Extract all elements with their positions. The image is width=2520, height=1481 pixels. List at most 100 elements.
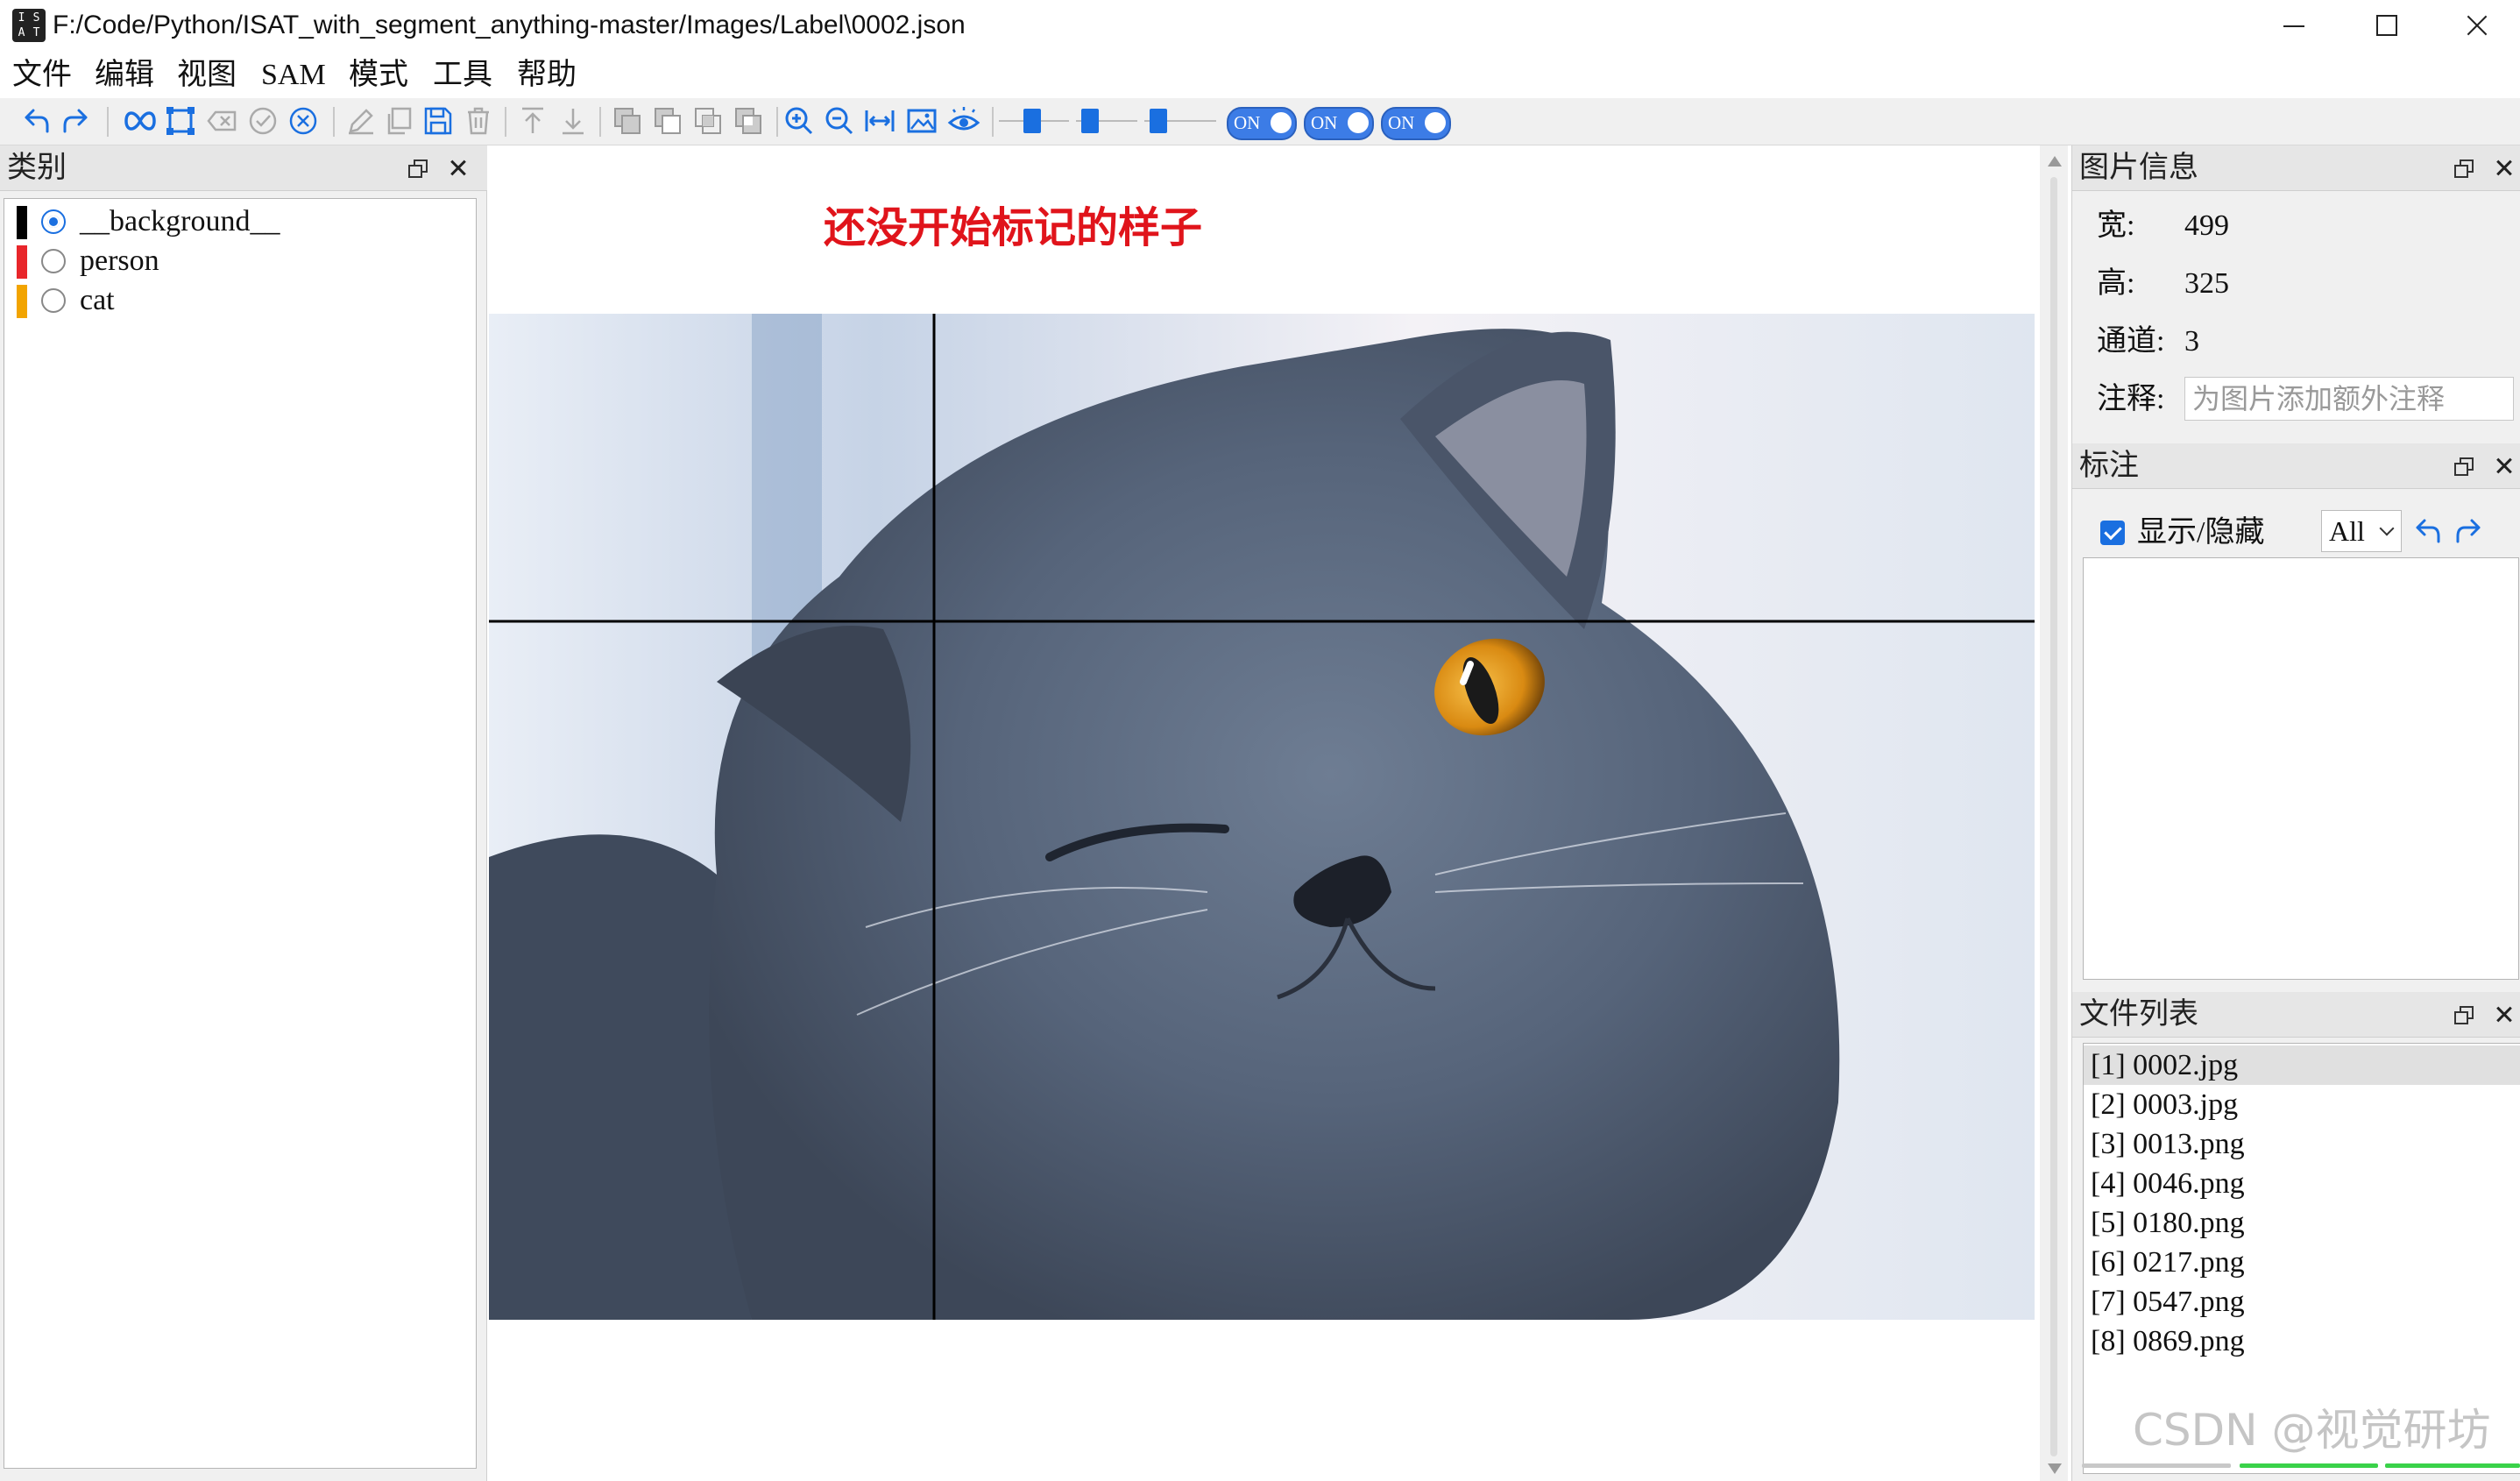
menu-sam[interactable]: SAM: [261, 56, 326, 95]
scrollbar-track[interactable]: [2050, 177, 2057, 1456]
finish-annotation-icon[interactable]: [245, 103, 280, 138]
delete-icon[interactable]: [461, 103, 496, 138]
image-note-input[interactable]: 为图片添加额外注释: [2184, 377, 2514, 421]
menu-mode[interactable]: 模式: [349, 56, 408, 95]
vertex-size-slider-handle[interactable]: [1081, 109, 1099, 133]
note-label: 注释:: [2097, 383, 2165, 415]
undo-icon[interactable]: [18, 103, 53, 138]
zoom-out-icon[interactable]: [822, 103, 857, 138]
menu-file[interactable]: 文件: [12, 56, 72, 95]
toolbar-separator: [333, 107, 335, 137]
menu-tools[interactable]: 工具: [433, 56, 492, 95]
polygon-icon[interactable]: [163, 103, 198, 138]
toggle-switch-3[interactable]: ON: [1381, 107, 1451, 140]
float-panel-icon[interactable]: [408, 159, 428, 178]
file-list-item[interactable]: [4] 0046.png: [2084, 1164, 2520, 1203]
save-icon[interactable]: [421, 103, 456, 138]
line-width-slider[interactable]: [1144, 105, 1216, 137]
category-item-person[interactable]: person: [4, 242, 474, 280]
image-icon[interactable]: [904, 103, 939, 138]
float-panel-icon[interactable]: [2454, 159, 2474, 178]
annotation-note: 还没开始标记的样子: [824, 203, 1203, 252]
subtract-icon[interactable]: [650, 103, 685, 138]
category-color-swatch: [17, 245, 27, 279]
file-name: [2] 0003.jpg: [2091, 1088, 2239, 1121]
file-list-item[interactable]: [1] 0002.jpg: [2084, 1045, 2520, 1085]
toggle-switch-2[interactable]: ON: [1304, 107, 1374, 140]
redo-icon[interactable]: [60, 103, 95, 138]
menu-edit[interactable]: 编辑: [95, 56, 154, 95]
union-icon[interactable]: [610, 103, 645, 138]
file-list-item[interactable]: [2] 0003.jpg: [2084, 1085, 2520, 1124]
file-list-item[interactable]: [8] 0869.png: [2084, 1322, 2520, 1361]
undo-icon[interactable]: [2409, 514, 2444, 549]
toolbar: ON ON ON: [0, 98, 2520, 145]
title-bar: IS AT F:/Code/Python/ISAT_with_segment_a…: [0, 0, 2520, 51]
intersect-icon[interactable]: [690, 103, 726, 138]
vertex-size-slider[interactable]: [1076, 105, 1137, 137]
to-top-icon[interactable]: [515, 103, 550, 138]
menu-view[interactable]: 视图: [177, 56, 237, 95]
show-hide-label: 显示/隐藏: [2137, 516, 2265, 549]
line-width-slider-handle[interactable]: [1150, 109, 1167, 133]
annotation-list[interactable]: [2083, 557, 2519, 980]
category-radio[interactable]: [41, 209, 66, 234]
sam-segment-icon[interactable]: [123, 103, 158, 138]
close-panel-icon[interactable]: [2495, 158, 2514, 177]
delete-point-icon[interactable]: [205, 103, 240, 138]
toggle-label: ON: [1311, 112, 1338, 133]
maximize-icon[interactable]: [2341, 0, 2429, 51]
category-panel-title: 类别: [7, 152, 67, 184]
close-panel-icon[interactable]: [2495, 1004, 2514, 1024]
edit-icon[interactable]: [343, 103, 379, 138]
category-item-background[interactable]: __background__: [4, 202, 474, 241]
float-panel-icon[interactable]: [2454, 457, 2474, 476]
channels-value: 3: [2184, 325, 2199, 358]
close-window-icon[interactable]: [2432, 0, 2520, 51]
minimize-icon[interactable]: [2248, 0, 2336, 51]
category-radio[interactable]: [41, 249, 66, 273]
file-name: [6] 0217.png: [2091, 1246, 2245, 1279]
file-name: [5] 0180.png: [2091, 1207, 2245, 1239]
scroll-up-icon[interactable]: [2048, 156, 2062, 167]
fit-window-icon[interactable]: [862, 103, 897, 138]
labels-panel-header: 标注: [2072, 443, 2520, 489]
toolbar-separator: [599, 107, 601, 137]
toolbar-separator: [107, 107, 109, 137]
show-hide-checkbox[interactable]: [2100, 521, 2125, 545]
redo-icon[interactable]: [2453, 514, 2488, 549]
opacity-slider-handle[interactable]: [1023, 109, 1041, 133]
label-filter-select[interactable]: All: [2321, 510, 2402, 552]
file-list-item[interactable]: [6] 0217.png: [2084, 1243, 2520, 1282]
image-being-annotated[interactable]: [489, 314, 2035, 1320]
zoom-in-icon[interactable]: [782, 103, 817, 138]
status-progress-bars: [2082, 1463, 2520, 1469]
image-info-title: 图片信息: [2079, 152, 2198, 184]
category-color-swatch: [17, 285, 27, 318]
cancel-annotation-icon[interactable]: [286, 103, 321, 138]
file-list-item[interactable]: [7] 0547.png: [2084, 1282, 2520, 1322]
category-item-cat[interactable]: cat: [4, 281, 474, 320]
menu-bar: 文件 编辑 视图 SAM 模式 工具 帮助: [0, 53, 2520, 98]
to-bottom-icon[interactable]: [556, 103, 591, 138]
category-list: __background__ person cat: [4, 198, 477, 1469]
exclude-icon[interactable]: [731, 103, 766, 138]
canvas-vertical-scrollbar[interactable]: [2040, 145, 2068, 1481]
toggle-switch-1[interactable]: ON: [1227, 107, 1297, 140]
file-list-title: 文件列表: [2079, 998, 2198, 1031]
visibility-icon[interactable]: [946, 103, 981, 138]
float-panel-icon[interactable]: [2454, 1006, 2474, 1024]
opacity-slider[interactable]: [999, 105, 1069, 137]
file-list-item[interactable]: [3] 0013.png: [2084, 1124, 2520, 1164]
close-panel-icon[interactable]: [449, 158, 468, 177]
scroll-down-icon[interactable]: [2048, 1463, 2062, 1474]
close-panel-icon[interactable]: [2495, 456, 2514, 475]
category-radio[interactable]: [41, 288, 66, 313]
window-title: F:/Code/Python/ISAT_with_segment_anythin…: [53, 11, 966, 39]
file-list-item[interactable]: [5] 0180.png: [2084, 1203, 2520, 1243]
copy-icon[interactable]: [382, 103, 417, 138]
channels-label: 通道:: [2097, 325, 2165, 358]
cat-photo: [489, 314, 2035, 1320]
menu-help[interactable]: 帮助: [517, 56, 577, 95]
category-label: __background__: [80, 205, 280, 237]
